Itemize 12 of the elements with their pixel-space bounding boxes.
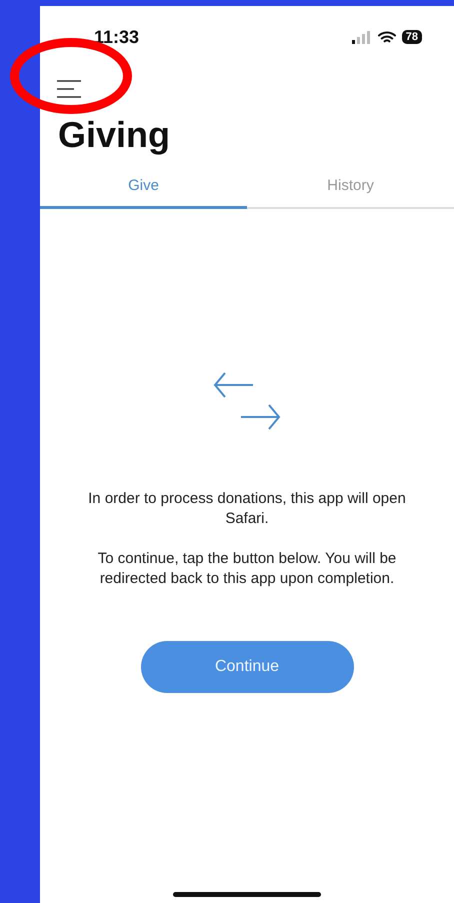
info-text: To continue, tap the button below. You will be redirected back to this app upon completion.	[96, 549, 398, 589]
wifi-icon	[378, 30, 396, 44]
status-time: 11:33	[94, 26, 140, 48]
info-text: In order to process donations, this app will open Safari.	[87, 489, 407, 529]
menu-icon[interactable]	[56, 80, 82, 98]
continue-button[interactable]: Continue	[140, 641, 354, 693]
page-title: Giving	[58, 114, 172, 156]
battery-level: 78	[402, 30, 422, 44]
tab[interactable]: History	[247, 168, 454, 209]
tab[interactable]: Give	[40, 168, 247, 209]
signal-icon	[352, 30, 372, 44]
swap-arrows-icon	[213, 371, 281, 431]
